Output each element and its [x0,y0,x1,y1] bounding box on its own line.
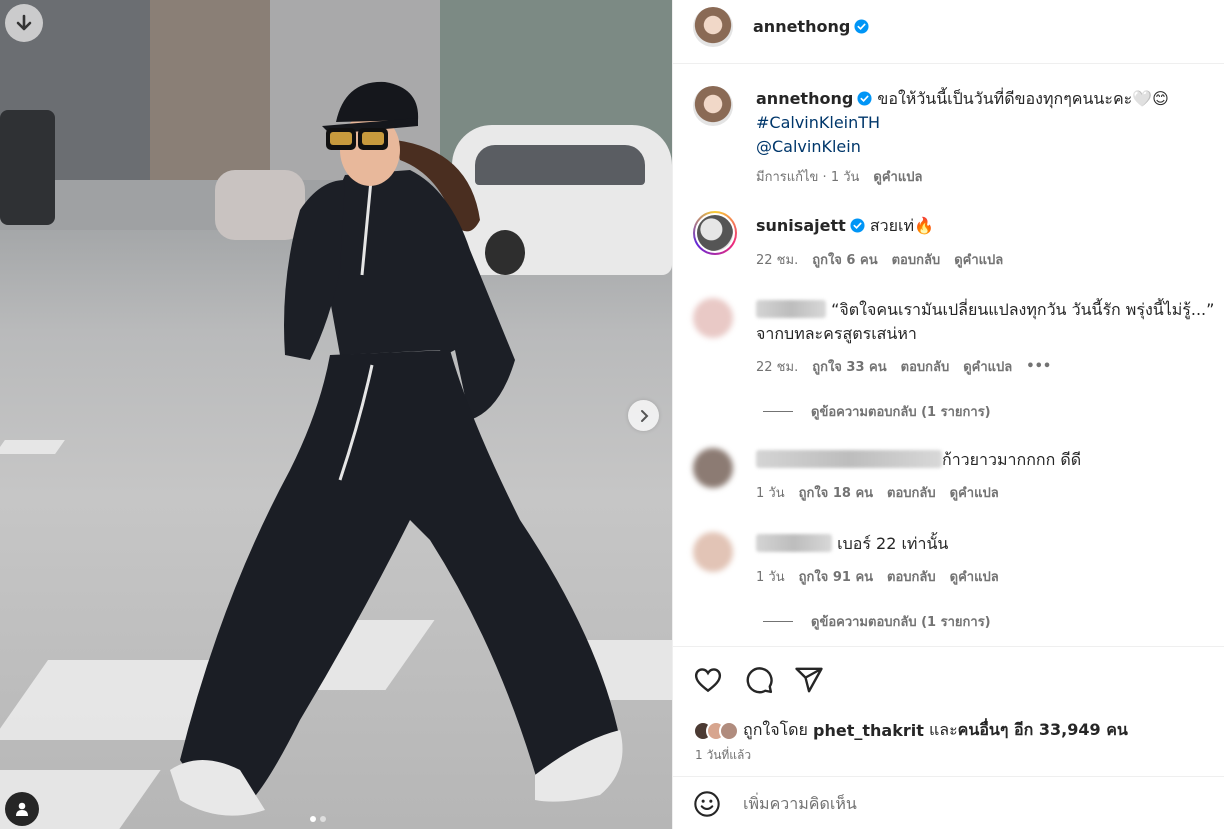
caption-author-avatar[interactable] [693,86,733,126]
person-figure [170,81,623,816]
verified-icon [857,91,872,106]
caption-time[interactable]: 1 วัน [831,170,860,185]
author-avatar[interactable] [693,7,733,47]
comment-likes[interactable]: ถูกใจ 91 คน [799,566,873,587]
comment-username[interactable]: sunisajett [756,216,846,235]
likes-summary: ถูกใจโดย phet_thakrit และ คนอื่นๆ อีก 33,… [693,718,1128,743]
download-button[interactable] [5,4,43,42]
comment-reply-button[interactable]: ตอบกลับ [901,356,950,377]
tagged-users-button[interactable] [5,792,39,826]
next-image-button[interactable] [628,400,659,431]
comment-time[interactable]: 22 ชม. [756,249,798,270]
comment-translate-button[interactable]: ดูคำแปล [950,482,999,503]
comment-time[interactable]: 1 วัน [756,482,785,503]
edited-label: มีการแก้ไข [756,170,819,185]
comment-text: สวยเท่🔥 [869,216,934,235]
comment-input[interactable] [743,791,1163,815]
chevron-right-icon [640,409,648,422]
caption-meta: มีการแก้ไข · 1 วัน ดูคำแปล [756,166,922,187]
carousel-dot-active [310,816,316,822]
verified-icon [854,19,869,34]
comment-time[interactable]: 22 ชม. [756,356,798,377]
reply-line-divider [763,621,793,622]
comment-4-meta: 1 วัน ถูกใจ 91 คน ตอบกลับ ดูคำแปล [756,566,999,587]
likes-prefix: ถูกใจโดย [743,720,808,739]
liker-avatar[interactable] [719,720,739,741]
comment-likes[interactable]: ถูกใจ 33 คน [812,356,886,377]
post-caption: annethong ขอให้วันนี้เป็นวันที่ดีของทุกๆ… [756,87,1196,159]
comment-avatar[interactable] [693,448,733,488]
comment-username-blurred[interactable] [756,300,826,318]
post-header: annethong [673,0,1224,64]
view-replies-4[interactable]: ดูข้อความตอบกลับ (1 รายการ) [763,611,991,632]
comment-translate-button[interactable]: ดูคำแปล [963,356,1012,377]
comment-avatar-story-ring[interactable] [693,211,737,255]
reply-line-divider [763,411,793,412]
comment-1: sunisajett สวยเท่🔥 [756,214,934,238]
comment-time[interactable]: 1 วัน [756,566,785,587]
view-replies-label: ดูข้อความตอบกลับ (1 รายการ) [811,615,991,630]
author-username[interactable]: annethong [753,17,869,36]
comment-text: ก้าวยาวมากกกก ดีดี [942,450,1082,469]
download-icon [16,14,32,31]
likes-middle: และ [928,720,958,739]
post-timestamp[interactable]: 1 วันที่แล้ว [695,746,751,765]
carousel-indicator [310,816,326,822]
comment-2: “จิตใจคนเรามันเปลี่ยนแปลงทุกวัน วันนี้รั… [756,298,1216,346]
more-options-icon[interactable]: ••• [1026,359,1051,374]
hashtag-link[interactable]: #CalvinKleinTH [756,113,880,132]
comment-username-blurred[interactable] [756,450,942,468]
comment-reply-button[interactable]: ตอบกลับ [887,566,936,587]
comment-avatar[interactable] [693,532,733,572]
comment-icon[interactable] [744,665,774,695]
share-icon[interactable] [794,665,824,695]
comment-translate-button[interactable]: ดูคำแปล [954,249,1003,270]
liker-username[interactable]: phet_thakrit [813,721,924,740]
comment-1-meta: 22 ชม. ถูกใจ 6 คน ตอบกลับ ดูคำแปล [756,249,1003,270]
post-photo[interactable] [0,0,672,829]
view-replies-1[interactable]: ดูข้อความตอบกลับ (1 รายการ) [763,401,991,422]
post-details-pane: annethong annethong ขอให้วันนี้เป็นวันที… [672,0,1224,829]
comment-3: ก้าวยาวมากกกก ดีดี [756,448,1081,472]
mention-link[interactable]: @CalvinKlein [756,137,861,156]
comment-reply-button[interactable]: ตอบกลับ [887,482,936,503]
comment-3-meta: 1 วัน ถูกใจ 18 คน ตอบกลับ ดูคำแปล [756,482,999,503]
view-replies-label: ดูข้อความตอบกลับ (1 รายการ) [811,405,991,420]
post-actions: ถูกใจโดย phet_thakrit และ คนอื่นๆ อีก 33,… [673,646,1224,776]
heart-icon[interactable] [693,665,723,695]
comment-avatar[interactable] [693,298,733,338]
comment-username-blurred[interactable] [756,534,832,552]
user-tag-icon [16,802,28,816]
emoji-icon[interactable] [693,790,721,818]
comment-likes[interactable]: ถูกใจ 6 คน [812,249,877,270]
carousel-dot [320,816,326,822]
caption-text: ขอให้วันนี้เป็นวันที่ดีของทุกๆคนนะคะ🤍😊 [877,89,1169,108]
verified-icon [850,218,865,233]
comment-bar [673,776,1224,829]
comment-text: เบอร์ 22 เท่านั้น [837,534,949,553]
comment-likes[interactable]: ถูกใจ 18 คน [799,482,873,503]
author-username-text: annethong [753,17,851,36]
comment-4: เบอร์ 22 เท่านั้น [756,532,948,556]
comment-reply-button[interactable]: ตอบกลับ [892,249,941,270]
comment-translate-button[interactable]: ดูคำแปล [950,566,999,587]
caption-translate-button[interactable]: ดูคำแปล [873,166,922,187]
likes-others-count[interactable]: คนอื่นๆ อีก 33,949 คน [958,718,1128,743]
comment-2-meta: 22 ชม. ถูกใจ 33 คน ตอบกลับ ดูคำแปล ••• [756,356,1051,377]
caption-author-username[interactable]: annethong [756,89,853,108]
